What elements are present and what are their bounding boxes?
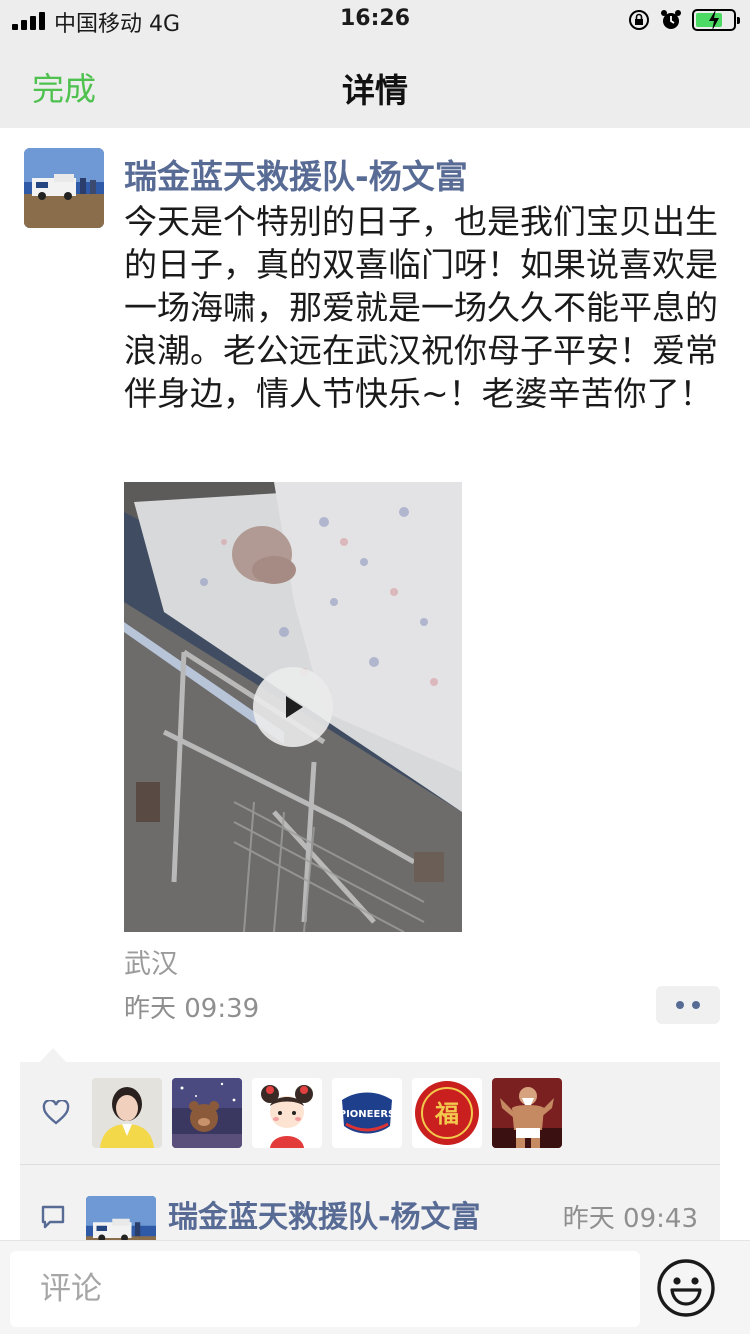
play-icon	[286, 696, 303, 718]
emoji-icon[interactable]	[656, 1258, 716, 1318]
battery-icon	[692, 9, 740, 31]
liker-avatar-cartoon-girl[interactable]	[252, 1078, 322, 1148]
alarm-icon	[661, 10, 681, 29]
liker-avatar-woman[interactable]	[92, 1078, 162, 1148]
status-icons	[628, 8, 740, 32]
panel-arrow	[40, 1048, 66, 1062]
comment-time: 昨天 09:43	[562, 1204, 698, 1234]
liker-list: PIONEERS 福	[92, 1078, 562, 1148]
author-avatar[interactable]	[24, 148, 104, 228]
top-bar: 中国移动 4G 16:26 完成 详情	[0, 0, 750, 128]
liker-avatar-pioneers[interactable]: PIONEERS	[332, 1078, 402, 1148]
pioneers-logo-text: PIONEERS	[339, 1109, 395, 1120]
comment-bar	[0, 1240, 750, 1334]
post-time: 昨天 09:39	[124, 994, 260, 1024]
post-location[interactable]: 武汉	[124, 942, 178, 981]
liker-avatar-bear[interactable]	[172, 1078, 242, 1148]
heart-outline-icon	[42, 1100, 70, 1125]
status-bar: 中国移动 4G 16:26	[0, 0, 750, 40]
play-button[interactable]	[253, 667, 333, 747]
post-content: 今天是个特别的日子，也是我们宝贝出生的日子，真的双喜临门呀！如果说喜欢是一场海啸…	[124, 202, 718, 413]
more-dot-icon	[692, 1001, 700, 1009]
more-dot-icon	[676, 1001, 684, 1009]
comment-input[interactable]	[10, 1251, 640, 1327]
liker-avatar-muscle-man[interactable]	[492, 1078, 562, 1148]
interaction-panel: PIONEERS 福 瑞金蓝天救援队-杨文富 昨天 09:43	[20, 1062, 720, 1266]
orientation-lock-icon	[629, 10, 649, 30]
post-author[interactable]: 瑞金蓝天救援队-杨文富	[124, 150, 468, 198]
comment-author[interactable]: 瑞金蓝天救援队-杨文富	[168, 1192, 480, 1236]
liker-avatar-fu-seal[interactable]: 福	[412, 1078, 482, 1148]
fu-seal-text: 福	[434, 1100, 459, 1128]
post-video[interactable]	[124, 482, 462, 932]
more-options-button[interactable]	[656, 986, 720, 1024]
page-title: 详情	[342, 71, 408, 110]
panel-divider	[20, 1164, 720, 1165]
comment-bubble-icon	[41, 1205, 65, 1229]
